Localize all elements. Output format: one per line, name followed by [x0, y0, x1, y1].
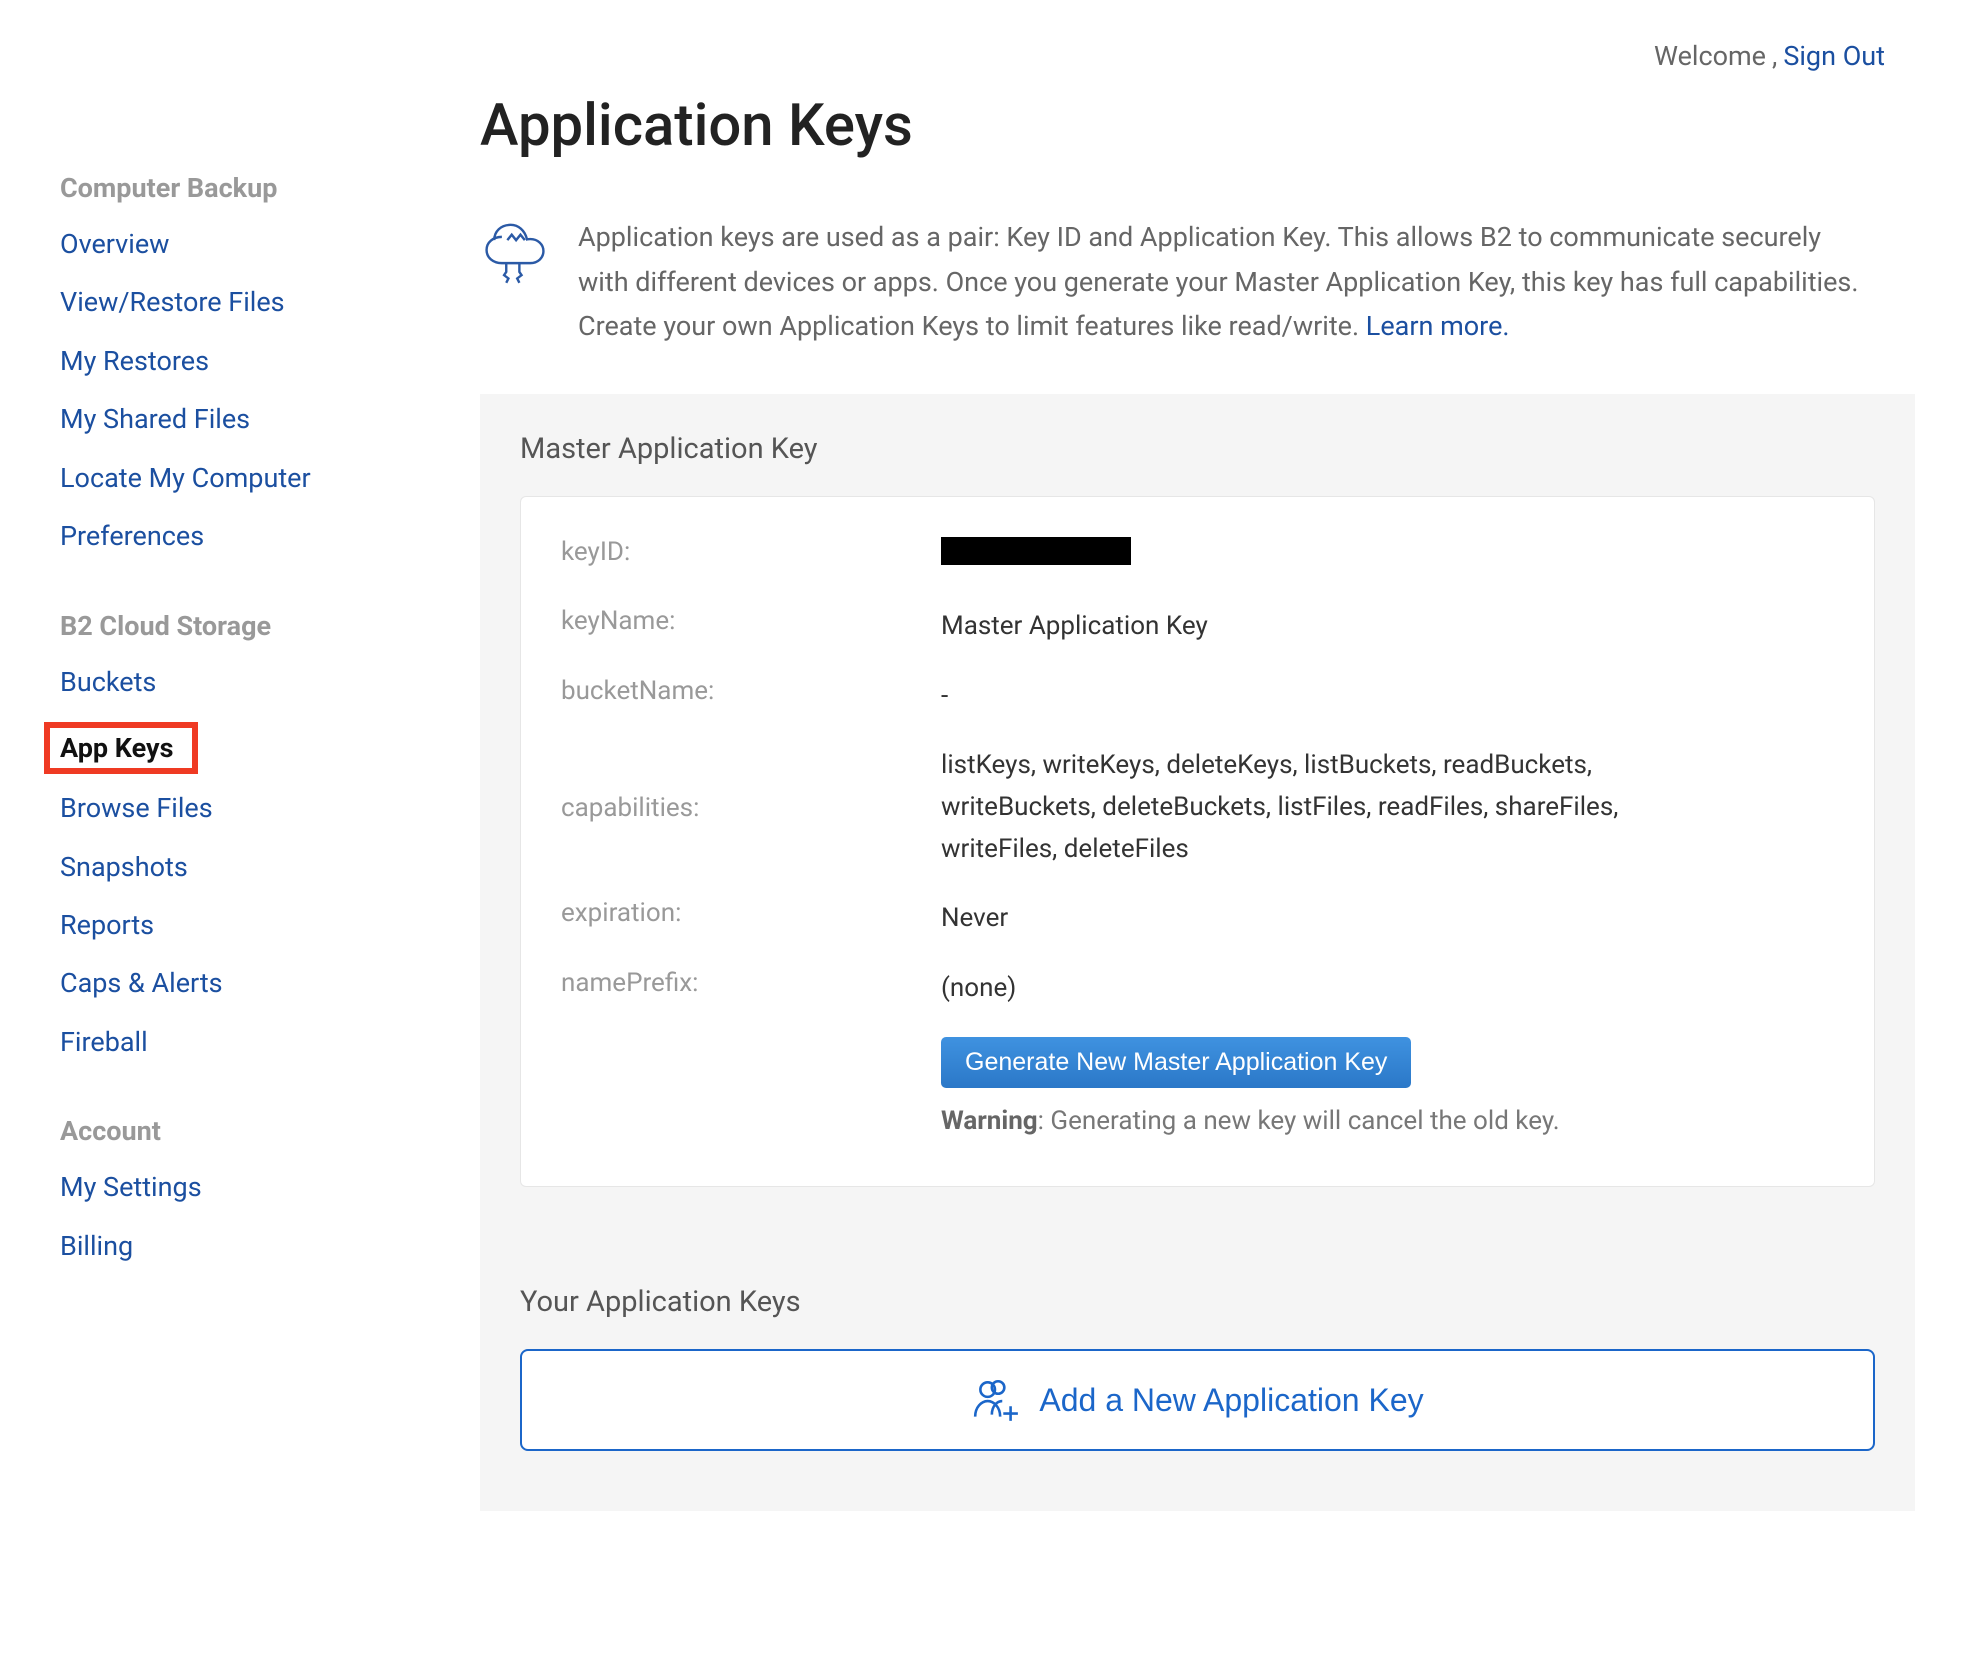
learn-more-link[interactable]: Learn more.: [1366, 310, 1510, 342]
bucketname-label: bucketName:: [561, 676, 941, 706]
sidebar-section-account: Account My Settings Billing: [60, 1115, 430, 1264]
topbar-separator: ,: [1772, 40, 1777, 72]
row-nameprefix: namePrefix: (none): [561, 968, 1834, 1010]
capabilities-value: listKeys, writeKeys, deleteKeys, listBuc…: [941, 745, 1621, 870]
nameprefix-label: namePrefix:: [561, 968, 941, 998]
sidebar-item-app-keys[interactable]: App Keys: [44, 722, 198, 774]
nameprefix-value: (none): [941, 968, 1016, 1010]
sidebar-item-label: App Keys: [60, 732, 174, 764]
sidebar-item-locate[interactable]: Locate My Computer: [60, 460, 430, 496]
row-keyname: keyName: Master Application Key: [561, 606, 1834, 648]
expiration-value: Never: [941, 898, 1008, 940]
keyid-label: keyID:: [561, 537, 941, 567]
sidebar-item-preferences[interactable]: Preferences: [60, 518, 430, 554]
intro-block: Application keys are used as a pair: Key…: [480, 215, 1915, 349]
sign-out-link[interactable]: Sign Out: [1783, 40, 1885, 72]
sidebar-item-buckets[interactable]: Buckets: [60, 664, 430, 700]
warning-prefix: Warning: [941, 1106, 1038, 1136]
row-expiration: expiration: Never: [561, 898, 1834, 940]
intro-text: Application keys are used as a pair: Key…: [578, 215, 1875, 349]
main-content: Application Keys Application keys are us…: [430, 92, 1915, 1511]
sidebar-item-view-restore[interactable]: View/Restore Files: [60, 284, 430, 320]
master-key-heading: Master Application Key: [520, 432, 1875, 466]
row-capabilities: capabilities: listKeys, writeKeys, delet…: [561, 745, 1834, 870]
keyid-value: [941, 537, 1131, 579]
keyname-label: keyName:: [561, 606, 941, 636]
add-application-key-button[interactable]: Add a New Application Key: [520, 1349, 1875, 1451]
capabilities-label: capabilities:: [561, 793, 941, 823]
bucketname-value: -: [941, 676, 948, 718]
add-key-label: Add a New Application Key: [1039, 1382, 1423, 1419]
sidebar-item-my-shared[interactable]: My Shared Files: [60, 401, 430, 437]
sidebar-section-b2: B2 Cloud Storage Buckets App Keys Browse…: [60, 610, 430, 1061]
sidebar-item-fireball[interactable]: Fireball: [60, 1024, 430, 1060]
row-keyid: keyID:: [561, 537, 1834, 579]
sidebar-item-overview[interactable]: Overview: [60, 226, 430, 262]
welcome-label: Welcome: [1654, 40, 1766, 72]
app-keys-icon: [480, 215, 550, 349]
sidebar-item-browse-files[interactable]: Browse Files: [60, 790, 430, 826]
warning-body: : Generating a new key will cancel the o…: [1038, 1106, 1560, 1136]
row-bucketname: bucketName: -: [561, 676, 1834, 718]
keyname-value: Master Application Key: [941, 606, 1208, 648]
row-generate: Generate New Master Application Key Warn…: [561, 1037, 1834, 1136]
sidebar-heading: B2 Cloud Storage: [60, 610, 430, 642]
intro-body: Application keys are used as a pair: Key…: [578, 221, 1858, 342]
sidebar-heading: Computer Backup: [60, 172, 430, 204]
topbar: Welcome , Sign Out: [60, 40, 1915, 72]
sidebar: Computer Backup Overview View/Restore Fi…: [60, 92, 430, 1511]
generate-master-key-button[interactable]: Generate New Master Application Key: [941, 1037, 1411, 1088]
your-keys-panel: Your Application Keys Add a New Applicat…: [480, 1247, 1915, 1511]
sidebar-item-reports[interactable]: Reports: [60, 907, 430, 943]
sidebar-item-billing[interactable]: Billing: [60, 1228, 430, 1264]
add-user-icon: [971, 1375, 1021, 1425]
redacted-block: [941, 537, 1131, 565]
sidebar-item-my-settings[interactable]: My Settings: [60, 1169, 430, 1205]
sidebar-heading: Account: [60, 1115, 430, 1147]
sidebar-item-caps-alerts[interactable]: Caps & Alerts: [60, 965, 430, 1001]
master-key-card: keyID: keyName: Master Application Key b…: [520, 496, 1875, 1188]
sidebar-item-snapshots[interactable]: Snapshots: [60, 849, 430, 885]
page-title: Application Keys: [480, 92, 1915, 160]
your-keys-heading: Your Application Keys: [520, 1285, 1875, 1319]
expiration-label: expiration:: [561, 898, 941, 928]
sidebar-section-backup: Computer Backup Overview View/Restore Fi…: [60, 172, 430, 555]
sidebar-item-my-restores[interactable]: My Restores: [60, 343, 430, 379]
master-key-panel: Master Application Key keyID: keyName: M…: [480, 394, 1915, 1248]
warning-text: Warning: Generating a new key will cance…: [941, 1106, 1560, 1136]
